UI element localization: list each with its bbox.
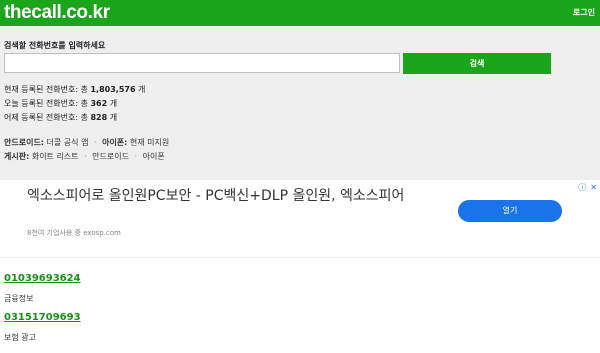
stat-today-suffix: 개 [107, 99, 118, 108]
stat-yesterday: 어제 등록된 전화번호: 총 828 개 [4, 111, 145, 125]
board-link-android[interactable]: 안드로이드 [92, 152, 129, 161]
ad-info-icon[interactable]: ⓘ [578, 183, 586, 192]
result-description: 금융정보 [4, 294, 34, 303]
ad-title[interactable]: 엑소스피어로 올인원PC보안 - PC백신+DLP 올인원, 엑소스피어 [27, 187, 427, 206]
board-links-row: 게시판: 화이트 리스트 · 안드로이드 · 아이폰 [4, 150, 169, 164]
stat-today-value: 362 [90, 99, 108, 108]
iphone-status: 현재 미지원 [129, 138, 170, 147]
ad-open-button[interactable]: 열기 [458, 200, 562, 222]
separator-dot: · [134, 152, 138, 161]
search-button[interactable]: 검색 [403, 53, 551, 74]
ad-subtitle: 8천여 기업사용 중 exosp.com [27, 229, 121, 237]
site-header: thecall.co.kr 로그인 [0, 0, 600, 26]
phone-search-input[interactable] [4, 53, 400, 73]
stat-total: 현재 등록된 전화번호: 총 1,803,576 개 [4, 83, 145, 97]
separator-dot: · [84, 152, 87, 161]
separator-dot: · [93, 138, 97, 147]
search-label: 검색할 전화번호를 입력하세요 [4, 41, 106, 50]
stat-yesterday-prefix: 어제 등록된 전화번호: 총 [4, 113, 91, 122]
stat-yesterday-suffix: 개 [107, 113, 118, 122]
stat-today-prefix: 오늘 등록된 전화번호: 총 [4, 99, 91, 108]
search-section: 검색할 전화번호를 입력하세요 검색 현재 등록된 전화번호: 총 1,803,… [0, 26, 600, 180]
result-number-link[interactable]: 03151709693 [4, 312, 81, 323]
app-links-row: 안드로이드: 더콜 공식 앱 · 아이폰: 현재 미지원 [4, 136, 169, 150]
board-link-iphone[interactable]: 아이폰 [143, 152, 165, 161]
board-label: 게시판: [4, 152, 30, 161]
stat-total-value: 1,803,576 [90, 85, 136, 94]
result-number-link[interactable]: 01039693624 [4, 273, 81, 284]
stat-today: 오늘 등록된 전화번호: 총 362 개 [4, 97, 145, 111]
board-link-whitelist[interactable]: 화이트 리스트 [32, 152, 79, 161]
app-links: 안드로이드: 더콜 공식 앱 · 아이폰: 현재 미지원 게시판: 화이트 리스… [4, 136, 169, 164]
site-logo[interactable]: thecall.co.kr [4, 2, 110, 24]
ad-close-icon[interactable]: ✕ [590, 183, 597, 192]
result-description: 보험 광고 [4, 333, 36, 342]
stat-total-suffix: 개 [135, 85, 146, 94]
android-app-link[interactable]: 더콜 공식 앱 [47, 138, 89, 147]
android-label: 안드로이드: [4, 138, 44, 147]
stat-total-prefix: 현재 등록된 전화번호: 총 [4, 85, 91, 94]
login-link[interactable]: 로그인 [573, 7, 595, 18]
registration-stats: 현재 등록된 전화번호: 총 1,803,576 개 오늘 등록된 전화번호: … [4, 83, 145, 125]
ad-icons[interactable]: ⓘ ✕ [574, 182, 597, 193]
ad-banner[interactable]: ⓘ ✕ 엑소스피어로 올인원PC보안 - PC백신+DLP 올인원, 엑소스피어 … [0, 180, 600, 258]
stat-yesterday-value: 828 [90, 113, 108, 122]
iphone-label: 아이폰: [102, 138, 128, 147]
